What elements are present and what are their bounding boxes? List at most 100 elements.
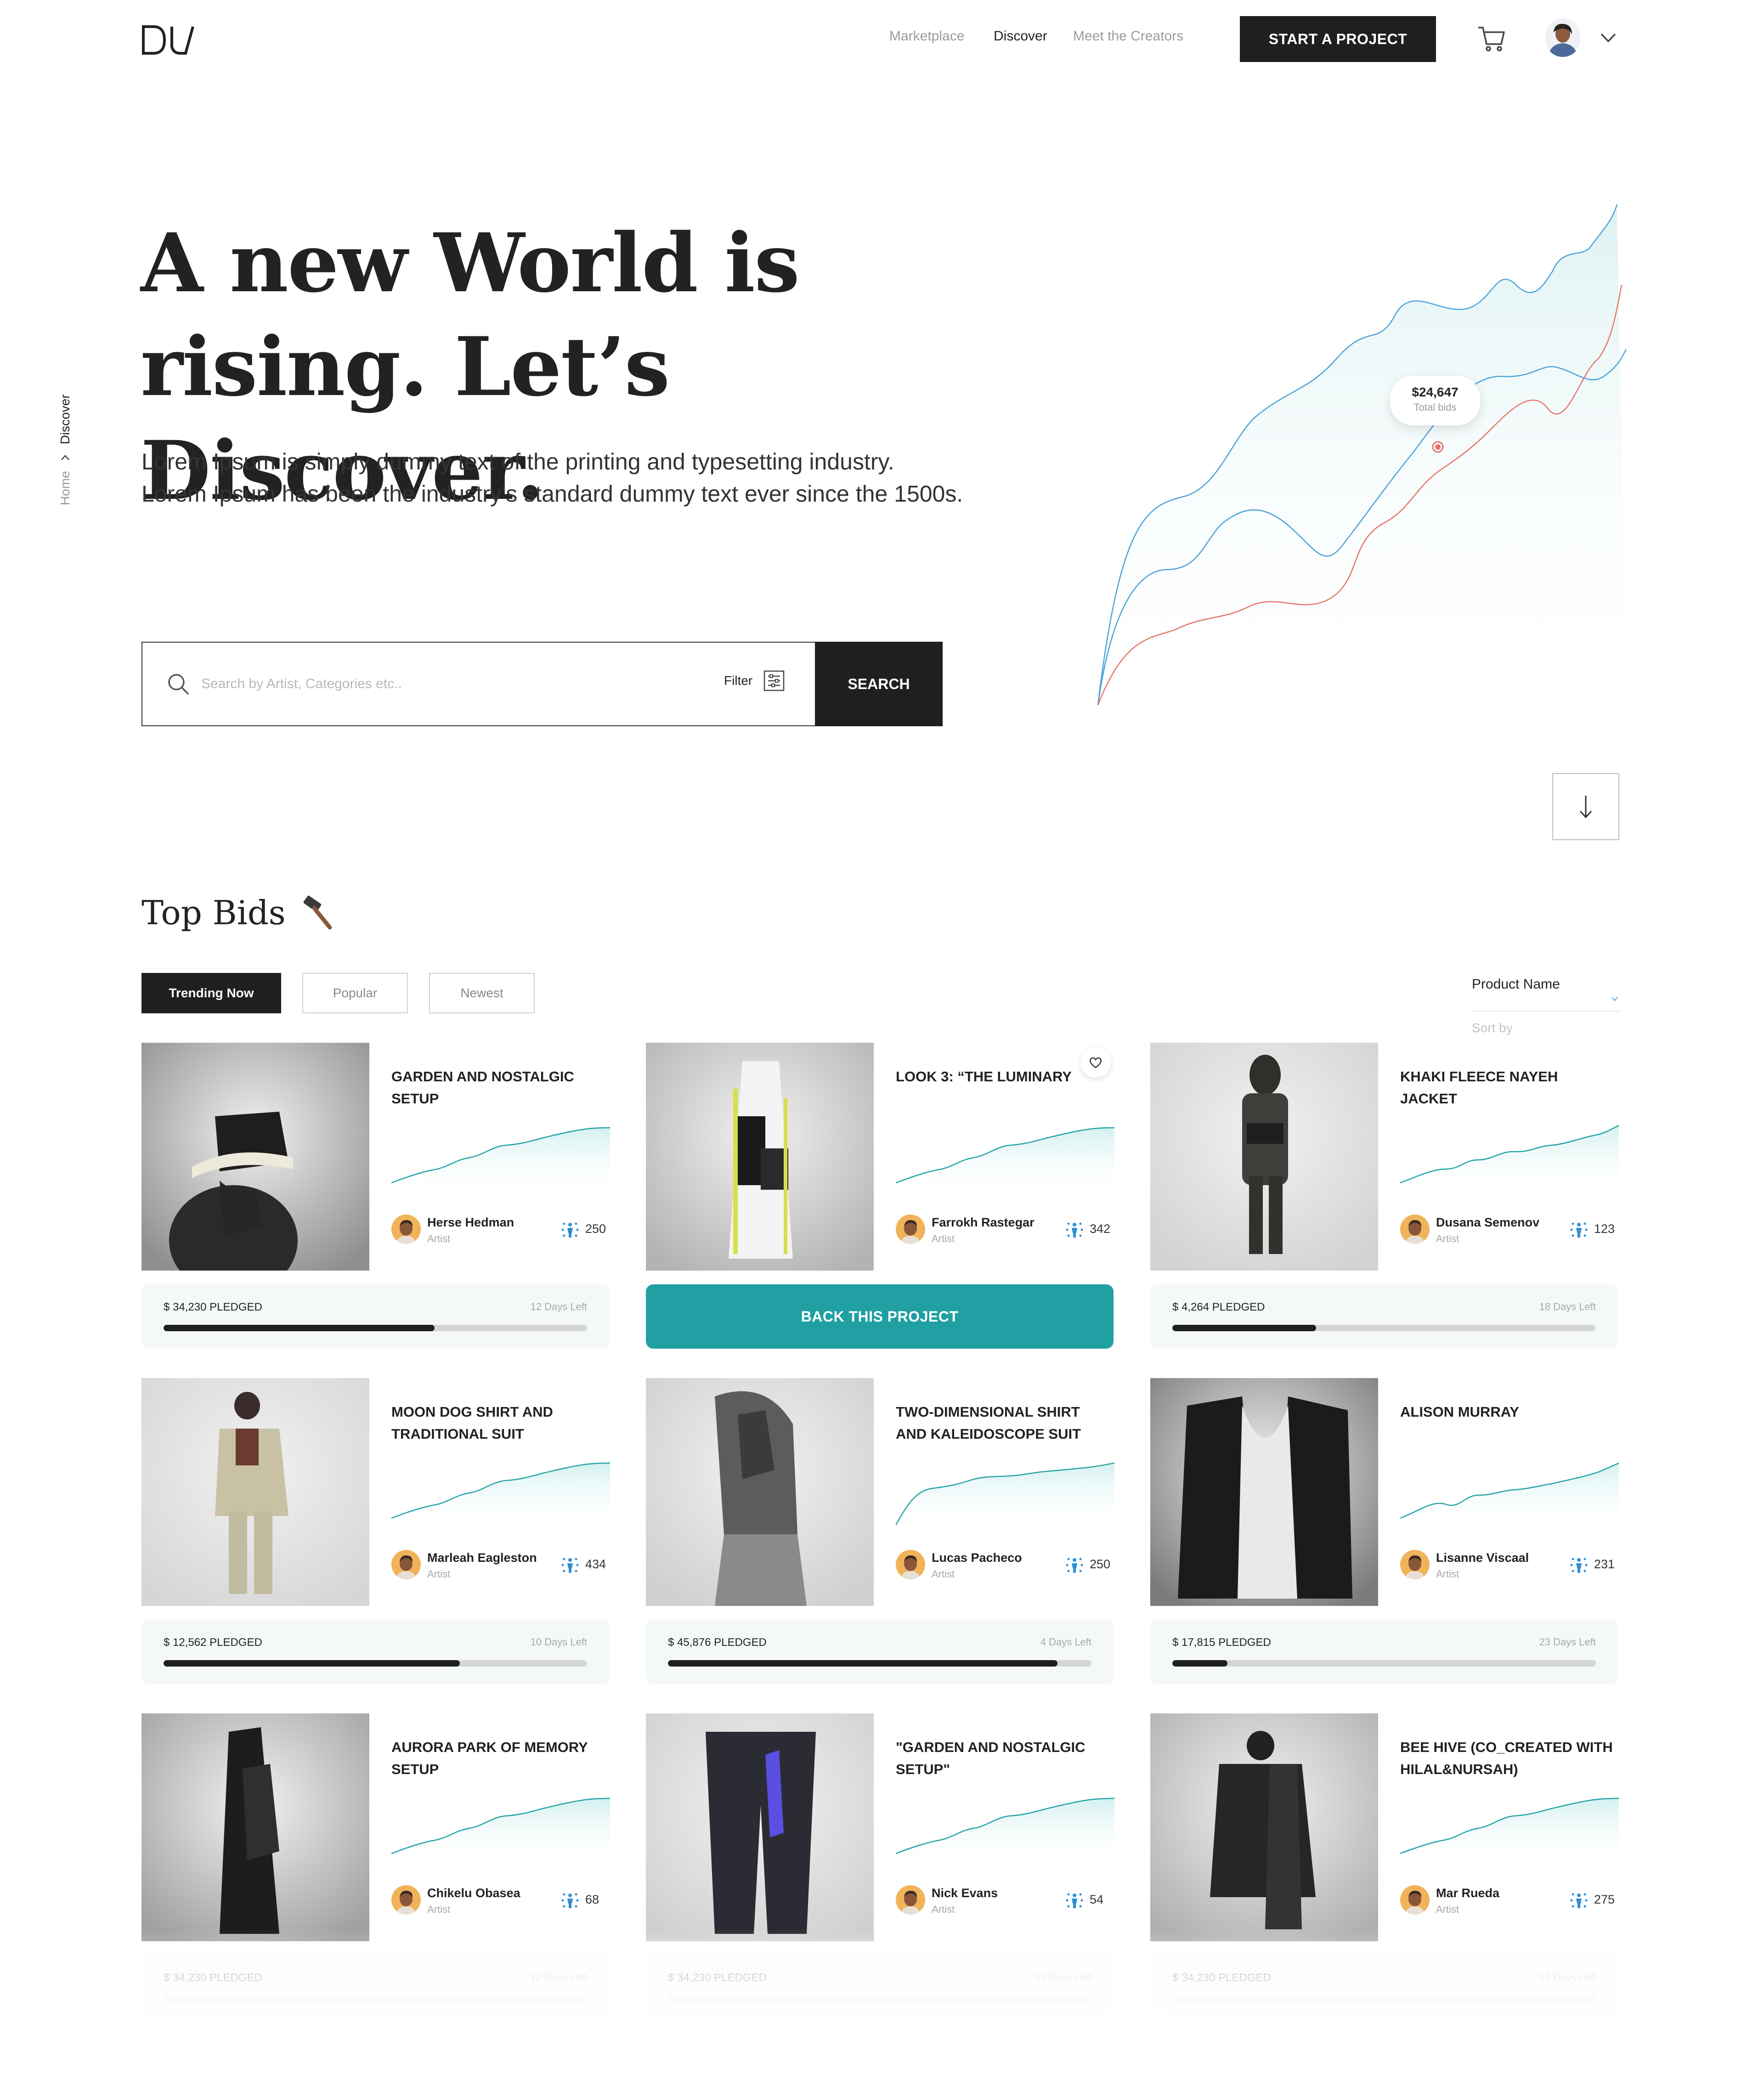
artist-name[interactable]: Chikelu Obasea bbox=[427, 1886, 520, 1900]
project-card[interactable]: MOON DOG SHIRT AND TRADITIONAL SUIT Marl… bbox=[141, 1378, 610, 1684]
scroll-down-button[interactable] bbox=[1552, 773, 1619, 840]
project-image[interactable] bbox=[141, 1713, 369, 1941]
chevron-right-icon bbox=[61, 455, 69, 461]
project-image[interactable] bbox=[141, 1043, 369, 1271]
logo[interactable] bbox=[141, 24, 195, 56]
project-image[interactable] bbox=[141, 1378, 369, 1606]
nav-marketplace[interactable]: Marketplace bbox=[889, 28, 964, 44]
nav-meet-the-creators[interactable]: Meet the Creators bbox=[1073, 28, 1183, 44]
bids-icon bbox=[1066, 1558, 1083, 1573]
project-card[interactable]: AURORA PARK OF MEMORY SETUP Chikelu Obas… bbox=[141, 1713, 610, 2019]
hero-subtitle-line: Lorem Ipsum has been the industry's stan… bbox=[141, 481, 963, 507]
chevron-down-icon[interactable] bbox=[1598, 28, 1619, 47]
artist-avatar[interactable] bbox=[1400, 1550, 1430, 1579]
project-image[interactable] bbox=[646, 1378, 874, 1606]
tab-trending-now[interactable]: Trending Now bbox=[141, 973, 281, 1013]
section-title-text: Top Bids bbox=[141, 893, 286, 932]
pledged-amount: $ 12,562 PLEDGED bbox=[164, 1636, 262, 1649]
project-title[interactable]: BEE HIVE (CO_CREATED WITH HILAL&NURSAH) bbox=[1400, 1736, 1616, 1780]
breadcrumb-home[interactable]: Home bbox=[58, 471, 73, 505]
project-title[interactable]: GARDEN AND NOSTALGIC SETUP bbox=[391, 1066, 607, 1110]
sort-select-value[interactable]: Product Name bbox=[1472, 977, 1560, 992]
artist-name[interactable]: Mar Rueda bbox=[1436, 1886, 1499, 1900]
progress-bar bbox=[668, 1995, 1091, 2002]
cart-icon[interactable] bbox=[1476, 24, 1506, 53]
days-left: 17 Days Left bbox=[1539, 1972, 1596, 1983]
progress-bar bbox=[164, 1660, 587, 1667]
sparkline-chart bbox=[896, 1462, 1114, 1527]
sparkline-chart bbox=[1400, 1462, 1619, 1527]
start-project-button[interactable]: START A PROJECT bbox=[1240, 16, 1436, 62]
back-project-button[interactable]: BACK THIS PROJECT bbox=[646, 1284, 1114, 1349]
project-card[interactable]: BEE HIVE (CO_CREATED WITH HILAL&NURSAH) … bbox=[1150, 1713, 1619, 2019]
progress-fill bbox=[1172, 1660, 1227, 1667]
artist-avatar[interactable] bbox=[391, 1885, 421, 1915]
tab-popular[interactable]: Popular bbox=[302, 973, 408, 1013]
artist-role: Artist bbox=[932, 1568, 955, 1580]
bids-icon bbox=[1066, 1893, 1083, 1908]
progress-fill bbox=[668, 1660, 1058, 1667]
project-image[interactable] bbox=[1150, 1378, 1378, 1606]
project-image[interactable] bbox=[1150, 1713, 1378, 1941]
project-card[interactable]: "GARDEN AND NOSTALGIC SETUP" Nick Evans … bbox=[646, 1713, 1114, 2019]
avatar[interactable] bbox=[1545, 18, 1580, 57]
project-card[interactable]: ALISON MURRAY Lisanne Viscaal Artist 231… bbox=[1150, 1378, 1619, 1684]
pledge-panel: $ 34,230 PLEDGED 12 Days Left bbox=[646, 1955, 1114, 2019]
pledge-panel: $ 17,815 PLEDGED 23 Days Left bbox=[1150, 1620, 1618, 1684]
sparkline-area bbox=[391, 1463, 610, 1527]
filter-label: Filter bbox=[724, 673, 753, 688]
artist-name[interactable]: Nick Evans bbox=[932, 1886, 998, 1900]
days-left: 12 Days Left bbox=[530, 1972, 587, 1983]
project-card[interactable]: KHAKI FLEECE NAYEH JACKET Dusana Semenov… bbox=[1150, 1043, 1619, 1349]
project-title[interactable]: LOOK 3: “THE LUMINARY bbox=[896, 1066, 1112, 1088]
progress-fill bbox=[1172, 1325, 1317, 1331]
days-left: 10 Days Left bbox=[530, 1636, 587, 1648]
nav-discover[interactable]: Discover bbox=[994, 28, 1047, 44]
project-card[interactable]: TWO-DIMENSIONAL SHIRT AND KALEIDOSCOPE S… bbox=[646, 1378, 1114, 1684]
artist-avatar[interactable] bbox=[1400, 1215, 1430, 1244]
project-title[interactable]: "GARDEN AND NOSTALGIC SETUP" bbox=[896, 1736, 1112, 1780]
search-input[interactable] bbox=[201, 671, 615, 697]
sort-underline bbox=[1472, 1011, 1620, 1012]
project-title[interactable]: KHAKI FLEECE NAYEH JACKET bbox=[1400, 1066, 1616, 1110]
project-title[interactable]: MOON DOG SHIRT AND TRADITIONAL SUIT bbox=[391, 1401, 607, 1445]
search-bar: Filter bbox=[141, 642, 815, 726]
pledge-panel: $ 12,562 PLEDGED 10 Days Left bbox=[141, 1620, 609, 1684]
search-icon bbox=[168, 674, 189, 695]
tab-newest[interactable]: Newest bbox=[429, 973, 535, 1013]
project-image[interactable] bbox=[646, 1713, 874, 1941]
project-card[interactable]: GARDEN AND NOSTALGIC SETUP Herse Hedman … bbox=[141, 1043, 610, 1349]
artist-avatar[interactable] bbox=[896, 1550, 925, 1579]
days-left: 18 Days Left bbox=[1539, 1301, 1596, 1312]
artist-role: Artist bbox=[1436, 1904, 1459, 1915]
days-left: 23 Days Left bbox=[1539, 1636, 1596, 1648]
artist-avatar[interactable] bbox=[1400, 1885, 1430, 1915]
bids-icon bbox=[561, 1222, 579, 1238]
progress-bar bbox=[1172, 1325, 1596, 1331]
artist-name[interactable]: Lisanne Viscaal bbox=[1436, 1551, 1529, 1565]
bids-icon bbox=[561, 1558, 579, 1573]
artist-avatar[interactable] bbox=[896, 1885, 925, 1915]
artist-name[interactable]: Lucas Pacheco bbox=[932, 1551, 1022, 1565]
sparkline-area bbox=[1400, 1798, 1619, 1863]
search-button[interactable]: SEARCH bbox=[815, 642, 943, 726]
project-image[interactable] bbox=[1150, 1043, 1378, 1271]
project-title[interactable]: ALISON MURRAY bbox=[1400, 1401, 1616, 1423]
artist-avatar[interactable] bbox=[896, 1215, 925, 1244]
progress-bar bbox=[1172, 1660, 1596, 1667]
project-image[interactable] bbox=[646, 1043, 874, 1271]
project-title[interactable]: TWO-DIMENSIONAL SHIRT AND KALEIDOSCOPE S… bbox=[896, 1401, 1112, 1445]
pledged-amount: $ 34,230 PLEDGED bbox=[164, 1301, 262, 1313]
project-title[interactable]: AURORA PARK OF MEMORY SETUP bbox=[391, 1736, 607, 1780]
artist-name[interactable]: Farrokh Rastegar bbox=[932, 1215, 1035, 1230]
artist-name[interactable]: Dusana Semenov bbox=[1436, 1215, 1539, 1230]
artist-avatar[interactable] bbox=[391, 1215, 421, 1244]
artist-avatar[interactable] bbox=[391, 1550, 421, 1579]
artist-name[interactable]: Herse Hedman bbox=[427, 1215, 514, 1230]
filter-button[interactable]: Filter bbox=[724, 670, 785, 691]
artist-name[interactable]: Marleah Eagleston bbox=[427, 1551, 537, 1565]
caret-down-icon[interactable] bbox=[1611, 997, 1618, 1001]
arrow-down-icon bbox=[1579, 796, 1592, 819]
project-card[interactable]: LOOK 3: “THE LUMINARY Farrokh Rastegar A… bbox=[646, 1043, 1114, 1349]
sparkline-area bbox=[896, 1463, 1114, 1527]
